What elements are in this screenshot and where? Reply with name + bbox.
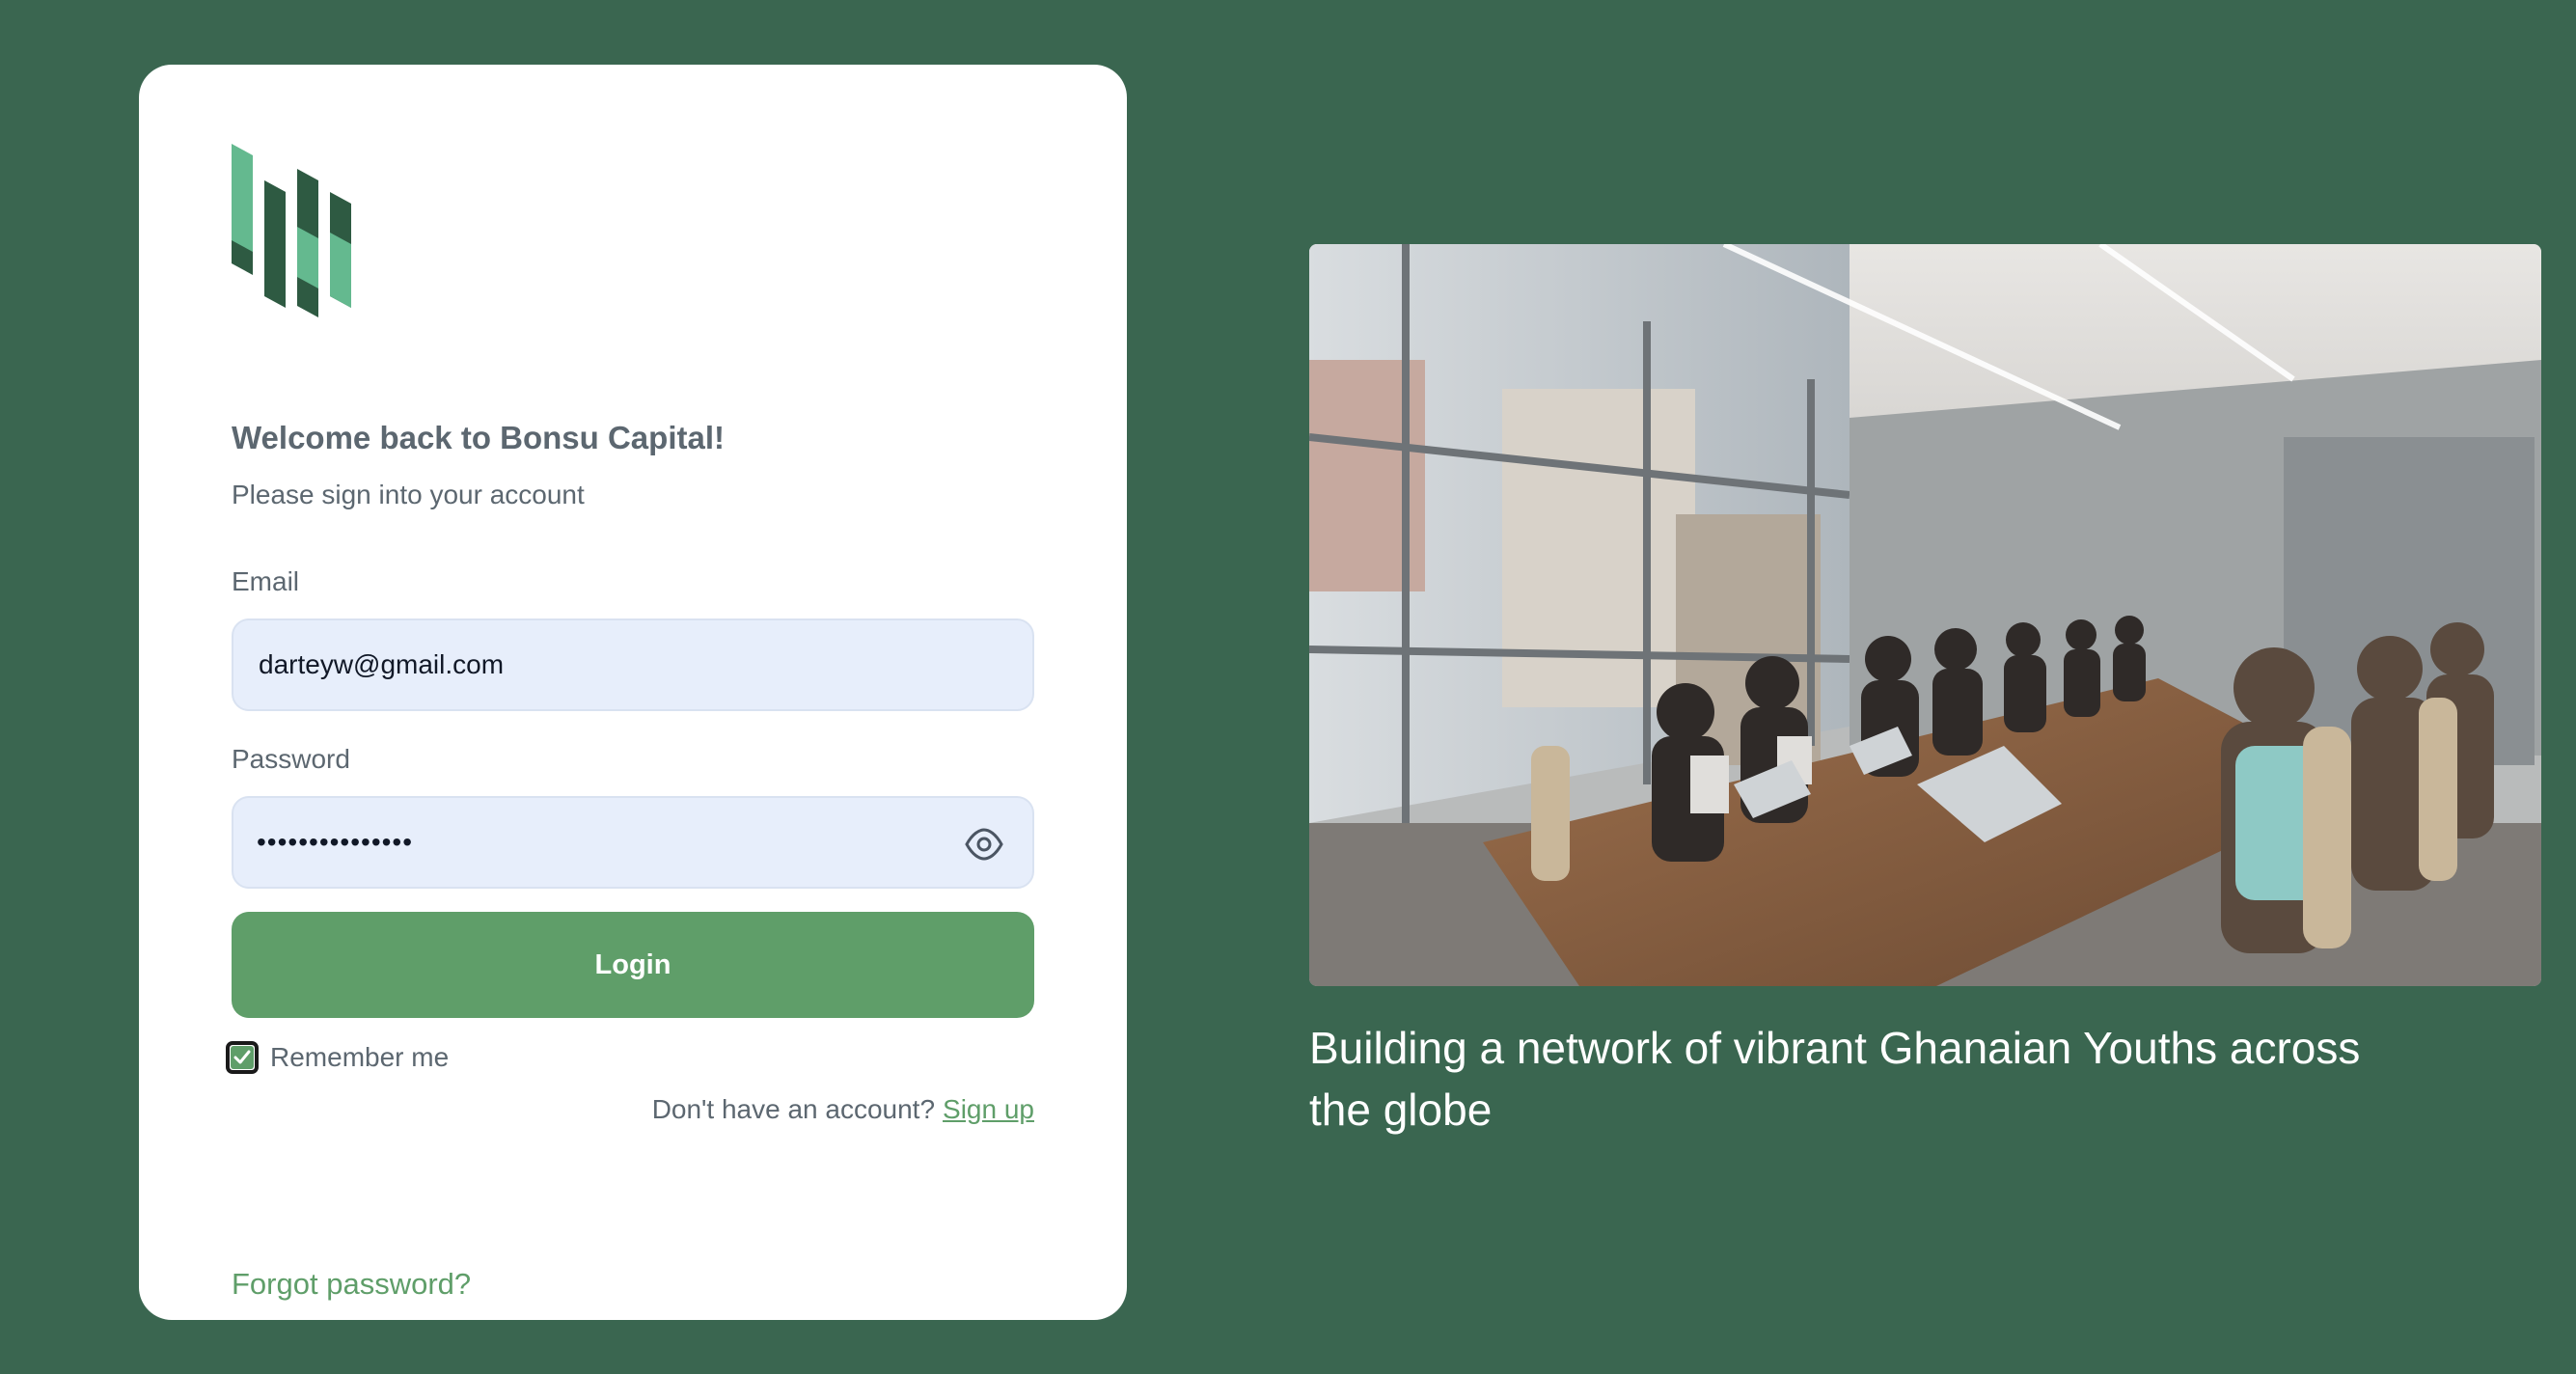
- signup-prompt: Don't have an account? Sign up: [652, 1094, 1034, 1125]
- forgot-password-link[interactable]: Forgot password?: [232, 1267, 471, 1302]
- password-field[interactable]: •••••••••••••••: [232, 796, 1034, 889]
- welcome-subtitle: Please sign into your account: [232, 480, 585, 509]
- remember-me-label: Remember me: [270, 1042, 450, 1072]
- password-mask: •••••••••••••••: [257, 827, 414, 857]
- email-label: Email: [232, 566, 300, 596]
- login-card: Welcome back to Bonsu Capital! Please si…: [139, 65, 1127, 1320]
- eye-icon[interactable]: [965, 827, 1003, 862]
- bonsu-capital-logo: [232, 144, 351, 317]
- checkmark-icon: [231, 1046, 254, 1069]
- no-account-text: Don't have an account?: [651, 1094, 936, 1124]
- email-value: darteyw@gmail.com: [259, 649, 505, 679]
- remember-me: Remember me: [226, 1041, 449, 1074]
- hero-caption: Building a network of vibrant Ghanaian Y…: [1309, 1023, 2361, 1135]
- email-field[interactable]: darteyw@gmail.com: [232, 618, 1034, 711]
- hero-image: [1309, 244, 2541, 986]
- signup-link[interactable]: Sign up: [943, 1094, 1034, 1124]
- welcome-title: Welcome back to Bonsu Capital!: [232, 420, 725, 455]
- login-button[interactable]: Login: [232, 912, 1034, 1018]
- password-label: Password: [232, 744, 350, 774]
- remember-me-checkbox[interactable]: [226, 1041, 259, 1074]
